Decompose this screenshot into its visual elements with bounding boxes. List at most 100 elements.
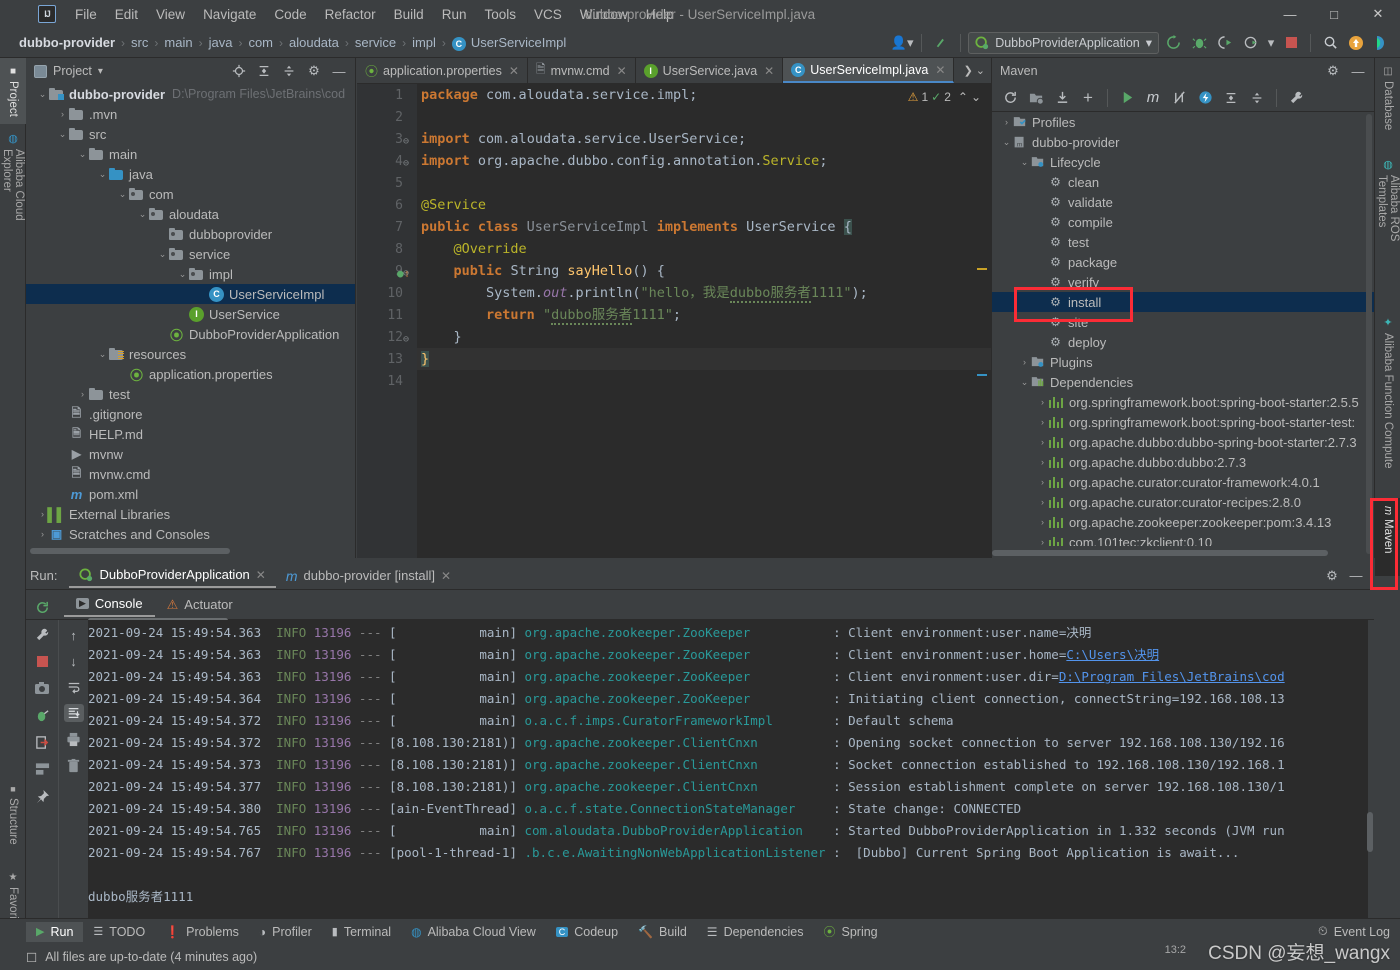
profiler-icon[interactable]: [1239, 31, 1263, 55]
pin-icon[interactable]: [32, 787, 52, 805]
code-fold-icon[interactable]: ⊖: [403, 131, 409, 153]
close-icon[interactable]: ✕: [256, 568, 266, 582]
maven-tree-item-validate[interactable]: ⚙ validate: [992, 192, 1374, 212]
maximize-button[interactable]: □: [1312, 0, 1356, 28]
maven-tree[interactable]: › Profiles ⌄ m dubbo-provider ⌄ Lifecycle ⚙ clea…: [992, 112, 1374, 546]
project-tree-item-help-md[interactable]: 🗎 HELP.md: [26, 424, 355, 444]
toggle-skip-tests-icon[interactable]: [1167, 86, 1191, 110]
close-icon[interactable]: ✕: [509, 64, 519, 78]
tree-expand-arrow[interactable]: ⌄: [1000, 137, 1013, 148]
next-highlight-icon[interactable]: ⌄: [971, 86, 981, 108]
sidebar-item-project[interactable]: ■ Project: [0, 58, 26, 124]
project-horizontal-scrollbar[interactable]: [26, 548, 355, 556]
project-tree-item-src[interactable]: ⌄ src: [26, 124, 355, 144]
project-tree-item--mvn[interactable]: › .mvn: [26, 104, 355, 124]
tree-expand-arrow[interactable]: ›: [1036, 537, 1049, 546]
menu-item-navigate[interactable]: Navigate: [194, 4, 265, 25]
tree-expand-arrow[interactable]: ⌄: [96, 349, 109, 360]
sidebar-item-database[interactable]: ◫ Database: [1375, 58, 1400, 138]
run-tab-dubbo-provider-install[interactable]: m dubbo-provider [install] ✕: [276, 564, 461, 588]
add-maven-project-icon[interactable]: [1024, 86, 1048, 110]
tree-expand-arrow[interactable]: ⌄: [36, 89, 49, 100]
tree-expand-arrow[interactable]: ›: [1036, 437, 1049, 447]
project-tree-item-dubboproviderapplication[interactable]: ⦿ DubboProviderApplication: [26, 324, 355, 344]
tree-expand-arrow[interactable]: ⌄: [136, 209, 149, 220]
menu-item-view[interactable]: View: [147, 4, 194, 25]
menu-item-edit[interactable]: Edit: [106, 4, 147, 25]
toggle-offline-icon[interactable]: [1193, 86, 1217, 110]
project-tree[interactable]: ⌄ dubbo-provider D:\Program Files\JetBrain…: [26, 84, 355, 548]
menu-item-code[interactable]: Code: [265, 4, 315, 25]
collapse-all-icon[interactable]: [1245, 86, 1269, 110]
code-fold-icon[interactable]: ⊖: [403, 329, 409, 351]
stop-icon[interactable]: [32, 652, 52, 670]
debug-icon[interactable]: [32, 706, 52, 724]
tree-expand-arrow[interactable]: ›: [1036, 517, 1049, 527]
tab-actuator[interactable]: ⚠ Actuator: [155, 593, 245, 617]
wrench-icon[interactable]: [32, 625, 52, 643]
update-project-icon[interactable]: [929, 31, 953, 55]
scroll-to-end-icon[interactable]: [63, 704, 84, 722]
tree-expand-arrow[interactable]: ›: [1036, 477, 1049, 487]
tree-expand-arrow[interactable]: ⌄: [56, 129, 69, 140]
exit-icon[interactable]: [32, 733, 52, 751]
maven-tree-item-com-101tec-zkclient-0-10[interactable]: › com.101tec:zkclient:0.10: [992, 532, 1374, 546]
minimize-button[interactable]: —: [1268, 0, 1312, 28]
breadcrumb-item-java[interactable]: java: [206, 34, 236, 51]
project-tree-item-external-libraries[interactable]: › ▌▌ External Libraries: [26, 504, 355, 524]
breadcrumb-item-dubbo-provider[interactable]: dubbo-provider: [16, 34, 118, 51]
tab-console[interactable]: ▶ Console: [64, 592, 155, 617]
down-icon[interactable]: ↓: [64, 652, 84, 670]
close-icon[interactable]: ✕: [441, 569, 451, 583]
maven-tree-item-plugins[interactable]: › Plugins: [992, 352, 1374, 372]
sidebar-item-maven[interactable]: m Maven: [1375, 498, 1400, 576]
sidebar-item-structure[interactable]: ■ Structure: [0, 776, 26, 864]
tree-expand-arrow[interactable]: ›: [1036, 457, 1049, 467]
editor-tab-application-properties[interactable]: ⦿ application.properties ✕: [357, 58, 528, 83]
maven-vertical-scrollbar[interactable]: [1366, 114, 1372, 554]
close-icon[interactable]: ✕: [617, 64, 627, 78]
project-tree-item-userserviceimpl[interactable]: C UserServiceImpl: [26, 284, 355, 304]
bottom-tab-build[interactable]: 🔨 Build: [628, 922, 697, 942]
tab-scroll-right-icon[interactable]: ❯: [964, 64, 973, 77]
project-tree-item-aloudata[interactable]: ⌄ aloudata: [26, 204, 355, 224]
tree-expand-arrow[interactable]: ⌄: [156, 249, 169, 260]
maven-tree-item-org-apache-dubbo-dubbo-2-7-3[interactable]: › org.apache.dubbo:dubbo:2.7.3: [992, 452, 1374, 472]
maven-tree-item-org-apache-curator-curator-recipes-2-8-0[interactable]: › org.apache.curator:curator-recipes:2.8.…: [992, 492, 1374, 512]
maven-tree-item-org-apache-curator-curator-framework-4-0-1[interactable]: › org.apache.curator:curator-framework:4.…: [992, 472, 1374, 492]
maven-tree-item-org-springframework-boot-spring-boot-starter-[interactable]: › org.springframework.boot:spring-boot-st…: [992, 412, 1374, 432]
bottom-tab-dependencies[interactable]: ☰ Dependencies: [697, 922, 814, 942]
tree-expand-arrow[interactable]: ⌄: [1018, 157, 1031, 168]
bottom-tab-codeup[interactable]: C Codeup: [546, 922, 628, 942]
breadcrumb-item-service[interactable]: service: [352, 34, 399, 51]
breadcrumb-item-userserviceimpl[interactable]: C UserServiceImpl: [449, 34, 569, 52]
menu-item-window[interactable]: Window: [571, 4, 637, 25]
tree-expand-arrow[interactable]: ›: [1018, 357, 1031, 367]
gear-icon[interactable]: ⚙: [1321, 59, 1345, 83]
tree-expand-arrow[interactable]: ›: [1036, 497, 1049, 507]
maven-tree-item-compile[interactable]: ⚙ compile: [992, 212, 1374, 232]
prev-highlight-icon[interactable]: ⌃: [958, 86, 968, 108]
project-tree-item-test[interactable]: › test: [26, 384, 355, 404]
sidebar-item-alibaba-ros-templates[interactable]: ◍ Alibaba ROS Templates: [1375, 150, 1400, 300]
expand-all-icon[interactable]: [252, 59, 276, 83]
reload-icon[interactable]: [998, 86, 1022, 110]
maven-tree-item-profiles[interactable]: › Profiles: [992, 112, 1374, 132]
hide-icon[interactable]: —: [327, 59, 351, 83]
hide-icon[interactable]: —: [1344, 564, 1368, 588]
rerun-icon[interactable]: [32, 598, 52, 616]
run-tab-dubboproviderapplication[interactable]: DubboProviderApplication ✕: [69, 563, 276, 588]
bottom-tab-spring[interactable]: ⦿ Spring: [813, 920, 887, 943]
project-tree-item-dubboprovider[interactable]: dubboprovider: [26, 224, 355, 244]
maven-tree-item-lifecycle[interactable]: ⌄ Lifecycle: [992, 152, 1374, 172]
event-log-button[interactable]: ⏲ Event Log: [1308, 921, 1400, 942]
maven-tree-item-clean[interactable]: ⚙ clean: [992, 172, 1374, 192]
collapse-all-icon[interactable]: [277, 59, 301, 83]
bottom-tab-profiler[interactable]: ◑ Profiler: [249, 922, 322, 942]
breadcrumb-item-aloudata[interactable]: aloudata: [286, 34, 342, 51]
tree-expand-arrow[interactable]: ⌄: [176, 269, 189, 280]
tree-expand-arrow[interactable]: ›: [1036, 397, 1049, 407]
menu-item-refactor[interactable]: Refactor: [316, 4, 385, 25]
sidebar-item-alibaba-cloud-explorer[interactable]: ◍ Alibaba Cloud Explorer: [0, 124, 26, 274]
user-avatar-icon[interactable]: 👤▾: [890, 31, 914, 55]
